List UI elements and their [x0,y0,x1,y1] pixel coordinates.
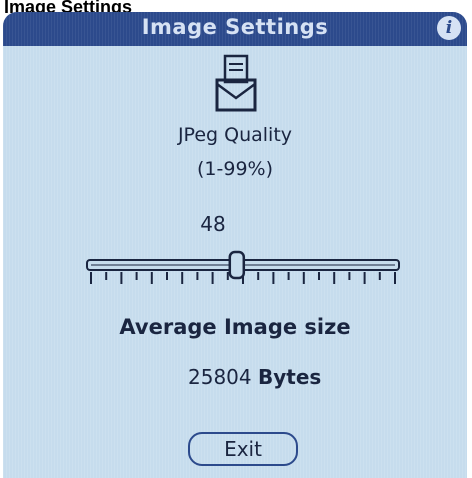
quality-value: 48 [200,212,226,236]
quality-slider[interactable] [83,248,403,288]
envelope-icon [215,54,257,112]
info-icon[interactable]: i [437,16,461,40]
slider-thumb[interactable] [228,250,246,280]
title-bar: Image Settings i [3,12,467,46]
average-size-value: 25804 [188,365,252,389]
quality-range-label: (1-99%) [197,158,273,180]
window-title: Image Settings [141,15,329,39]
quality-label: JPeg Quality [177,124,293,146]
average-size-heading: Average Image size [119,315,351,339]
exit-button[interactable]: Exit [188,432,298,466]
device-screen: Image Settings i JPeg Quality (1-99%) 48… [3,12,467,478]
average-size-unit: Bytes [257,365,322,389]
average-size-row: 25804 Bytes [188,365,321,389]
